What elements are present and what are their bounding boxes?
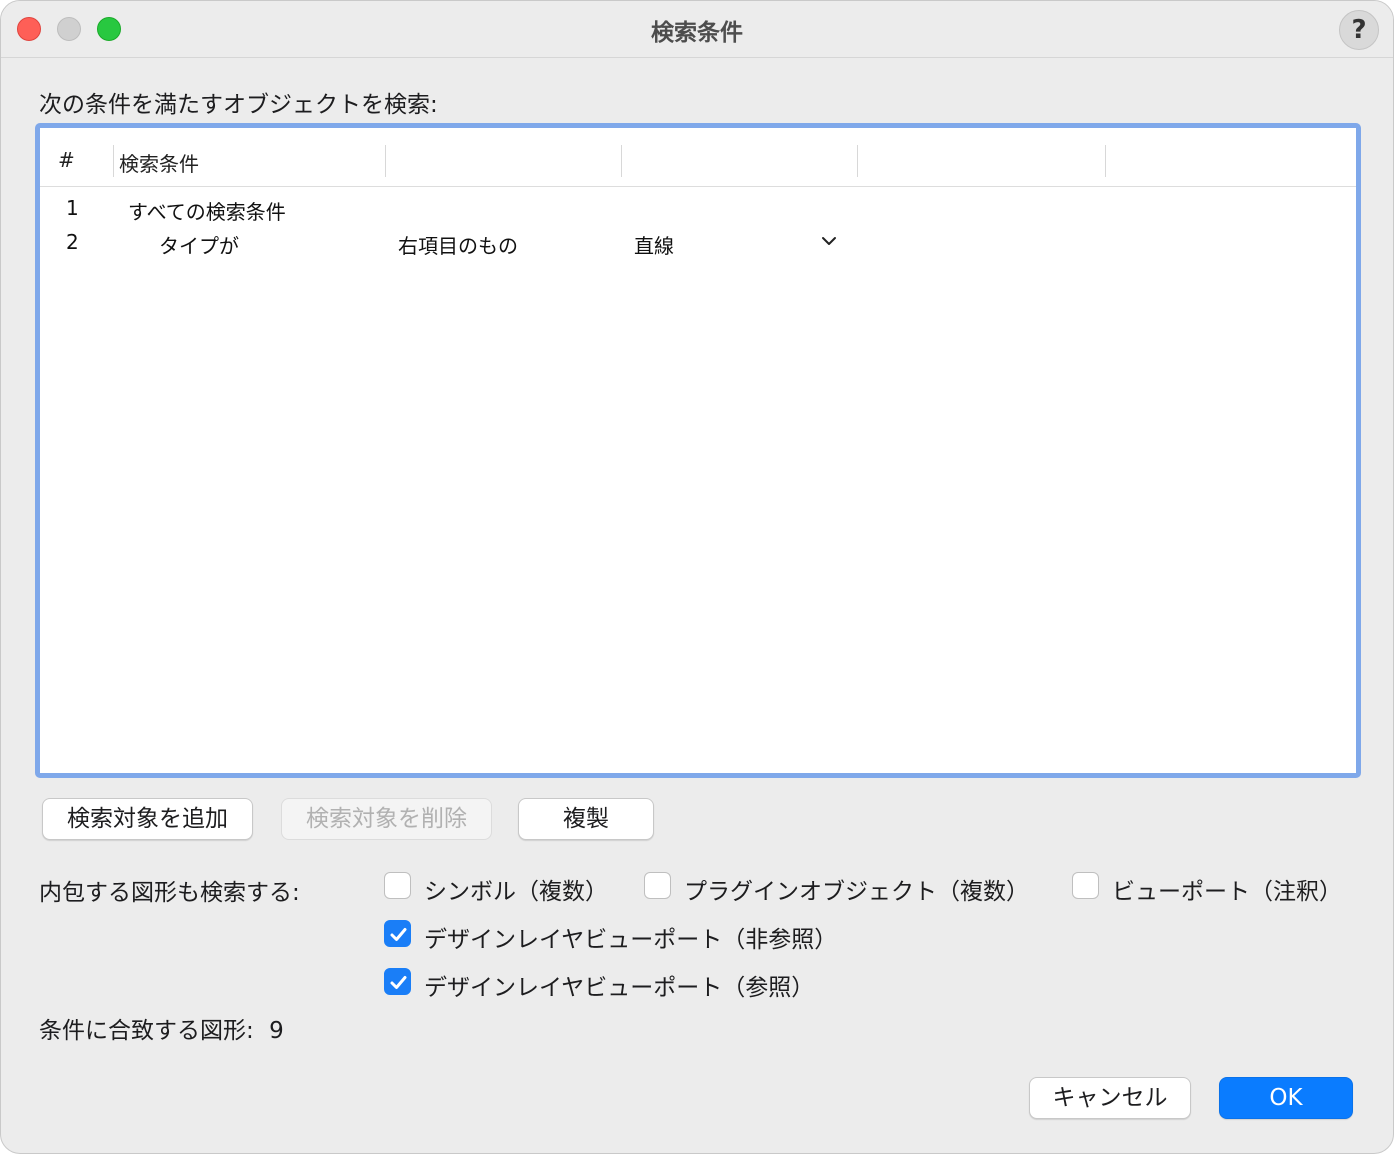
plugin-objects-checkbox[interactable] [644, 872, 671, 899]
criterion-cell[interactable]: タイプが [159, 230, 239, 259]
design-layer-viewport-non-ref-checkbox[interactable] [384, 920, 411, 947]
criteria-table[interactable]: # 検索条件 1 すべての検索条件 2 タイプが 右項目のもの 直線 [35, 123, 1361, 778]
column-separator [385, 145, 386, 177]
column-separator [1105, 145, 1106, 177]
remove-search-target-button: 検索対象を削除 [281, 798, 492, 840]
symbols-checkbox-label[interactable]: シンボル（複数） [424, 872, 608, 906]
matching-objects-label: 条件に合致する図形: 9 [39, 1011, 284, 1045]
search-prompt-label: 次の条件を満たすオブジェクトを検索: [39, 92, 438, 118]
operator-cell[interactable]: 右項目のもの [398, 230, 518, 259]
help-button[interactable]: ? [1339, 10, 1379, 50]
column-separator [621, 145, 622, 177]
criterion-cell[interactable]: すべての検索条件 [128, 196, 286, 225]
design-layer-viewport-ref-label[interactable]: デザインレイヤビューポート（参照） [424, 968, 814, 1002]
matching-objects-count: 9 [269, 1018, 284, 1044]
search-criteria-dialog: 検索条件 ? 次の条件を満たすオブジェクトを検索: # 検索条件 1 すべての検… [0, 0, 1394, 1154]
plugin-objects-checkbox-label[interactable]: プラグインオブジェクト（複数） [684, 872, 1029, 906]
viewports-annotation-checkbox[interactable] [1072, 872, 1099, 899]
row-number: 2 [66, 230, 79, 254]
include-nested-label: 内包する図形も検索する: [39, 880, 300, 906]
viewports-annotation-checkbox-label[interactable]: ビューポート（注釈） [1112, 872, 1342, 906]
column-separator [113, 145, 114, 177]
column-separator [857, 145, 858, 177]
design-layer-viewport-ref-checkbox[interactable] [384, 968, 411, 995]
add-search-target-button[interactable]: 検索対象を追加 [42, 798, 253, 840]
checkmark-icon [390, 928, 407, 941]
ok-button[interactable]: OK [1219, 1077, 1353, 1119]
row-number: 1 [66, 196, 79, 220]
column-header-number[interactable]: # [58, 148, 75, 172]
value-select[interactable]: 直線 [634, 230, 674, 259]
cancel-button[interactable]: キャンセル [1029, 1077, 1191, 1119]
column-header-criteria[interactable]: 検索条件 [119, 148, 199, 177]
window-title: 検索条件 [651, 20, 743, 46]
symbols-checkbox[interactable] [384, 872, 411, 899]
title-bar: 検索条件 ? [1, 1, 1393, 58]
chevron-down-icon[interactable] [820, 232, 838, 250]
table-header: # 検索条件 [40, 128, 1356, 187]
checkmark-icon [390, 976, 407, 989]
duplicate-button[interactable]: 複製 [518, 798, 654, 840]
matching-objects-caption: 条件に合致する図形: [39, 1018, 254, 1044]
design-layer-viewport-non-ref-label[interactable]: デザインレイヤビューポート（非参照） [424, 920, 837, 954]
